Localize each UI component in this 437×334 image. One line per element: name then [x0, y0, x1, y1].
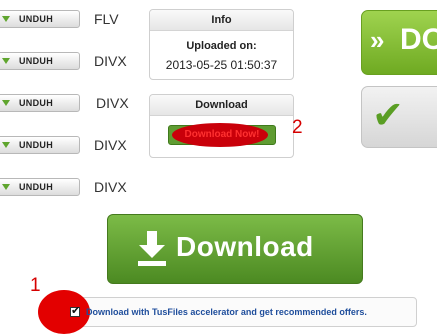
checkmark-icon: ✔: [372, 95, 404, 137]
info-panel: Info Uploaded on: 2013-05-25 01:50:37: [149, 9, 294, 80]
unduh-button[interactable]: UNDUH: [0, 136, 80, 154]
unduh-button[interactable]: UNDUH: [0, 178, 80, 196]
accelerator-label[interactable]: Download with TusFiles accelerator and g…: [86, 307, 367, 317]
unduh-row: UNDUH DIVX: [0, 136, 140, 156]
download-panel-title: Download: [150, 95, 293, 116]
unduh-button[interactable]: UNDUH: [0, 94, 80, 112]
annotation-number: 1: [30, 275, 41, 296]
download-arrow-icon: [138, 231, 166, 266]
check-mark-icon: ✔: [71, 305, 81, 317]
unduh-row: UNDUH DIVX: [0, 52, 140, 72]
unduh-button[interactable]: UNDUH: [0, 10, 80, 28]
accelerator-checkbox[interactable]: ✔: [70, 305, 81, 317]
download-panel: Download Download Now!: [149, 94, 294, 158]
format-label: DIVX: [94, 179, 127, 195]
format-label: DIVX: [96, 95, 129, 111]
unduh-button[interactable]: UNDUH: [0, 52, 80, 70]
format-label: DIVX: [94, 137, 127, 153]
double-chevron-down-icon: »: [370, 25, 385, 55]
format-label: FLV: [94, 11, 119, 27]
gray-check-button[interactable]: ✔: [361, 86, 437, 148]
green-download-button[interactable]: » DO: [361, 10, 437, 75]
big-download-label: Download: [176, 231, 314, 262]
uploaded-label: Uploaded on:: [186, 40, 257, 52]
big-download-button[interactable]: Download: [107, 214, 363, 284]
annotation-number: 2: [292, 117, 303, 138]
info-panel-title: Info: [150, 10, 293, 31]
format-label: DIVX: [94, 53, 127, 69]
red-highlight: [38, 290, 90, 334]
download-now-button[interactable]: Download Now!: [168, 123, 276, 147]
unduh-row: UNDUH FLV: [0, 10, 140, 30]
uploaded-value: 2013-05-25 01:50:37: [165, 58, 278, 72]
unduh-row: UNDUH DIVX: [0, 178, 140, 198]
unduh-row: UNDUH DIVX: [0, 94, 140, 114]
